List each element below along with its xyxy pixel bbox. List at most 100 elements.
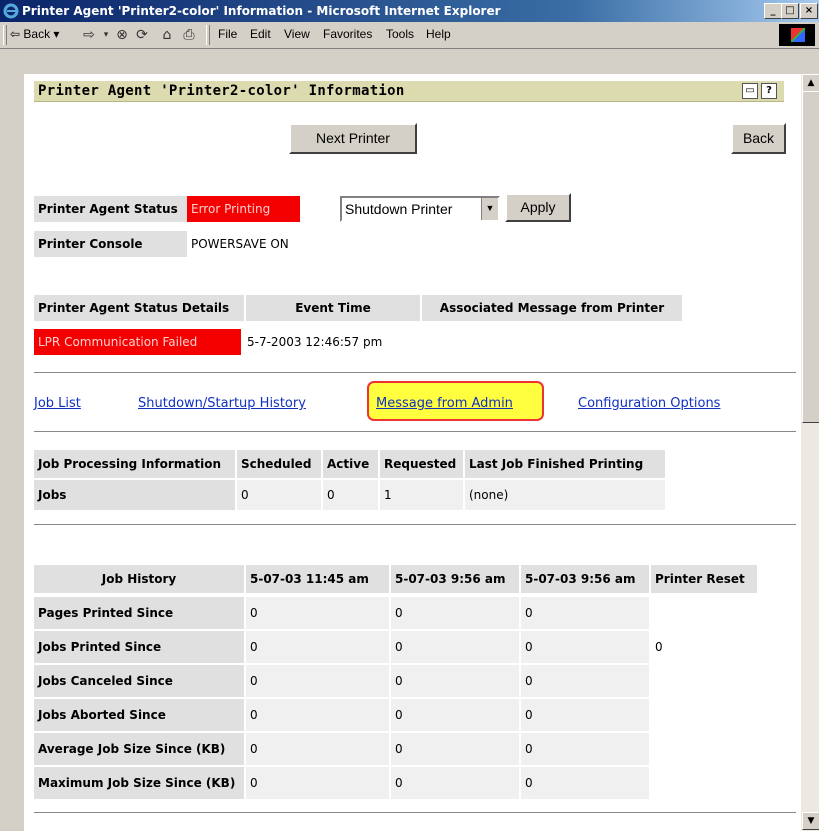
history-cell: 0: [246, 767, 389, 799]
frame-top: [24, 49, 801, 74]
menu-help[interactable]: Help: [426, 27, 451, 41]
history-cell: 0: [391, 665, 519, 697]
jobs-requested: 1: [380, 480, 463, 510]
console-label: Printer Console: [34, 231, 187, 257]
back-button[interactable]: ⇦ Back ▾: [10, 27, 59, 41]
jobs-scheduled: 0: [237, 480, 321, 510]
history-row-label: Jobs Canceled Since: [34, 665, 244, 697]
history-cell: 0: [651, 631, 757, 663]
home-icon[interactable]: ⌂: [158, 26, 176, 44]
close-button[interactable]: ×: [800, 3, 818, 19]
history-row-label: Jobs Aborted Since: [34, 699, 244, 731]
history-row-label: Maximum Job Size Since (KB): [34, 767, 244, 799]
toolbar: ⇦ Back ▾ ⇨ ▾ ⊗ ⟳ ⌂ ⎙ File Edit View Favo…: [0, 22, 819, 49]
menu-edit[interactable]: Edit: [250, 27, 271, 41]
jobs-row-label: Jobs: [34, 480, 235, 510]
history-cell: [651, 665, 757, 697]
divider: [34, 812, 796, 814]
forward-icon[interactable]: ⇨: [80, 26, 98, 44]
back-page-button[interactable]: Back: [731, 123, 786, 154]
history-cell: 0: [521, 597, 649, 629]
printer-action-select[interactable]: Shutdown Printer ▼: [340, 196, 500, 222]
next-printer-button[interactable]: Next Printer: [289, 123, 417, 154]
vertical-scrollbar[interactable]: ▲ ▼: [801, 74, 819, 831]
printer-action-value: Shutdown Printer: [345, 201, 453, 217]
refresh-icon[interactable]: ⟳: [133, 26, 151, 44]
menu-view[interactable]: View: [284, 27, 310, 41]
history-row-label: Pages Printed Since: [34, 597, 244, 629]
history-cell: [651, 699, 757, 731]
scroll-up-icon[interactable]: ▲: [802, 74, 819, 92]
menu-tools[interactable]: Tools: [386, 27, 414, 41]
history-cell: 0: [391, 733, 519, 765]
job-history-header: Printer Reset: [651, 565, 757, 593]
toolbar-grip: [3, 25, 7, 45]
divider: [34, 431, 796, 433]
details-status-value: LPR Communication Failed: [34, 329, 241, 355]
window-title: Printer Agent 'Printer2-color' Informati…: [22, 4, 501, 18]
page-title: Printer Agent 'Printer2-color' Informati…: [38, 83, 405, 99]
history-cell: 0: [521, 767, 649, 799]
console-value: POWERSAVE ON: [187, 231, 347, 257]
job-history-header: 5-07-03 9:56 am: [521, 565, 649, 593]
history-cell: 0: [521, 699, 649, 731]
history-cell: 0: [246, 733, 389, 765]
job-history-header: 5-07-03 9:56 am: [391, 565, 519, 593]
job-processing-header: Requested: [380, 450, 463, 478]
history-cell: 0: [521, 631, 649, 663]
history-cell: 0: [391, 767, 519, 799]
job-processing-header: Last Job Finished Printing: [465, 450, 665, 478]
details-header-message: Associated Message from Printer: [422, 295, 682, 321]
history-cell: 0: [246, 699, 389, 731]
stop-icon[interactable]: ⊗: [113, 26, 131, 44]
details-time-value: 5-7-2003 12:46:57 pm: [243, 329, 423, 355]
page-header: Printer Agent 'Printer2-color' Informati…: [34, 81, 784, 102]
windows-logo: [779, 24, 815, 46]
agent-status-value: Error Printing: [187, 196, 300, 222]
history-row-label: Average Job Size Since (KB): [34, 733, 244, 765]
job-processing-header: Job Processing Information: [34, 450, 235, 478]
print-icon[interactable]: ⎙: [180, 26, 198, 44]
history-cell: [651, 733, 757, 765]
job-list-link[interactable]: Job List: [34, 396, 81, 411]
history-cell: 0: [246, 597, 389, 629]
job-processing-header: Active: [323, 450, 378, 478]
apply-button[interactable]: Apply: [505, 193, 571, 222]
minimize-button[interactable]: _: [764, 3, 782, 19]
scroll-thumb[interactable]: [802, 91, 819, 423]
configuration-link[interactable]: Configuration Options: [578, 396, 720, 411]
scroll-down-icon[interactable]: ▼: [802, 812, 819, 830]
admin-message-link[interactable]: Message from Admin: [376, 396, 513, 411]
history-cell: 0: [391, 631, 519, 663]
agent-status-label: Printer Agent Status: [34, 196, 187, 222]
ie-logo-icon: [3, 3, 19, 19]
details-header-time: Event Time: [246, 295, 420, 321]
window-title-bar: Printer Agent 'Printer2-color' Informati…: [0, 0, 819, 22]
toolbar-separator: [206, 25, 210, 45]
maximize-button[interactable]: □: [781, 3, 799, 19]
history-cell: 0: [391, 597, 519, 629]
frame-left: [0, 49, 25, 831]
print-page-icon[interactable]: ▭: [742, 83, 758, 99]
history-cell: 0: [521, 665, 649, 697]
divider: [34, 524, 796, 526]
job-processing-header: Scheduled: [237, 450, 321, 478]
job-history-header: Job History: [34, 565, 244, 593]
history-cell: 0: [521, 733, 649, 765]
history-cell: 0: [246, 631, 389, 663]
history-cell: [651, 597, 757, 629]
chevron-down-icon[interactable]: ▼: [481, 198, 498, 220]
help-icon[interactable]: ?: [761, 83, 777, 99]
menu-favorites[interactable]: Favorites: [323, 27, 372, 41]
divider: [34, 372, 796, 374]
menu-file[interactable]: File: [218, 27, 237, 41]
history-cell: [651, 767, 757, 799]
jobs-active: 0: [323, 480, 378, 510]
history-link[interactable]: Shutdown/Startup History: [138, 396, 306, 411]
history-cell: 0: [246, 665, 389, 697]
jobs-last-finished: (none): [465, 480, 665, 510]
history-row-label: Jobs Printed Since: [34, 631, 244, 663]
history-cell: 0: [391, 699, 519, 731]
job-history-header: 5-07-03 11:45 am: [246, 565, 389, 593]
details-header-status: Printer Agent Status Details: [34, 295, 244, 321]
